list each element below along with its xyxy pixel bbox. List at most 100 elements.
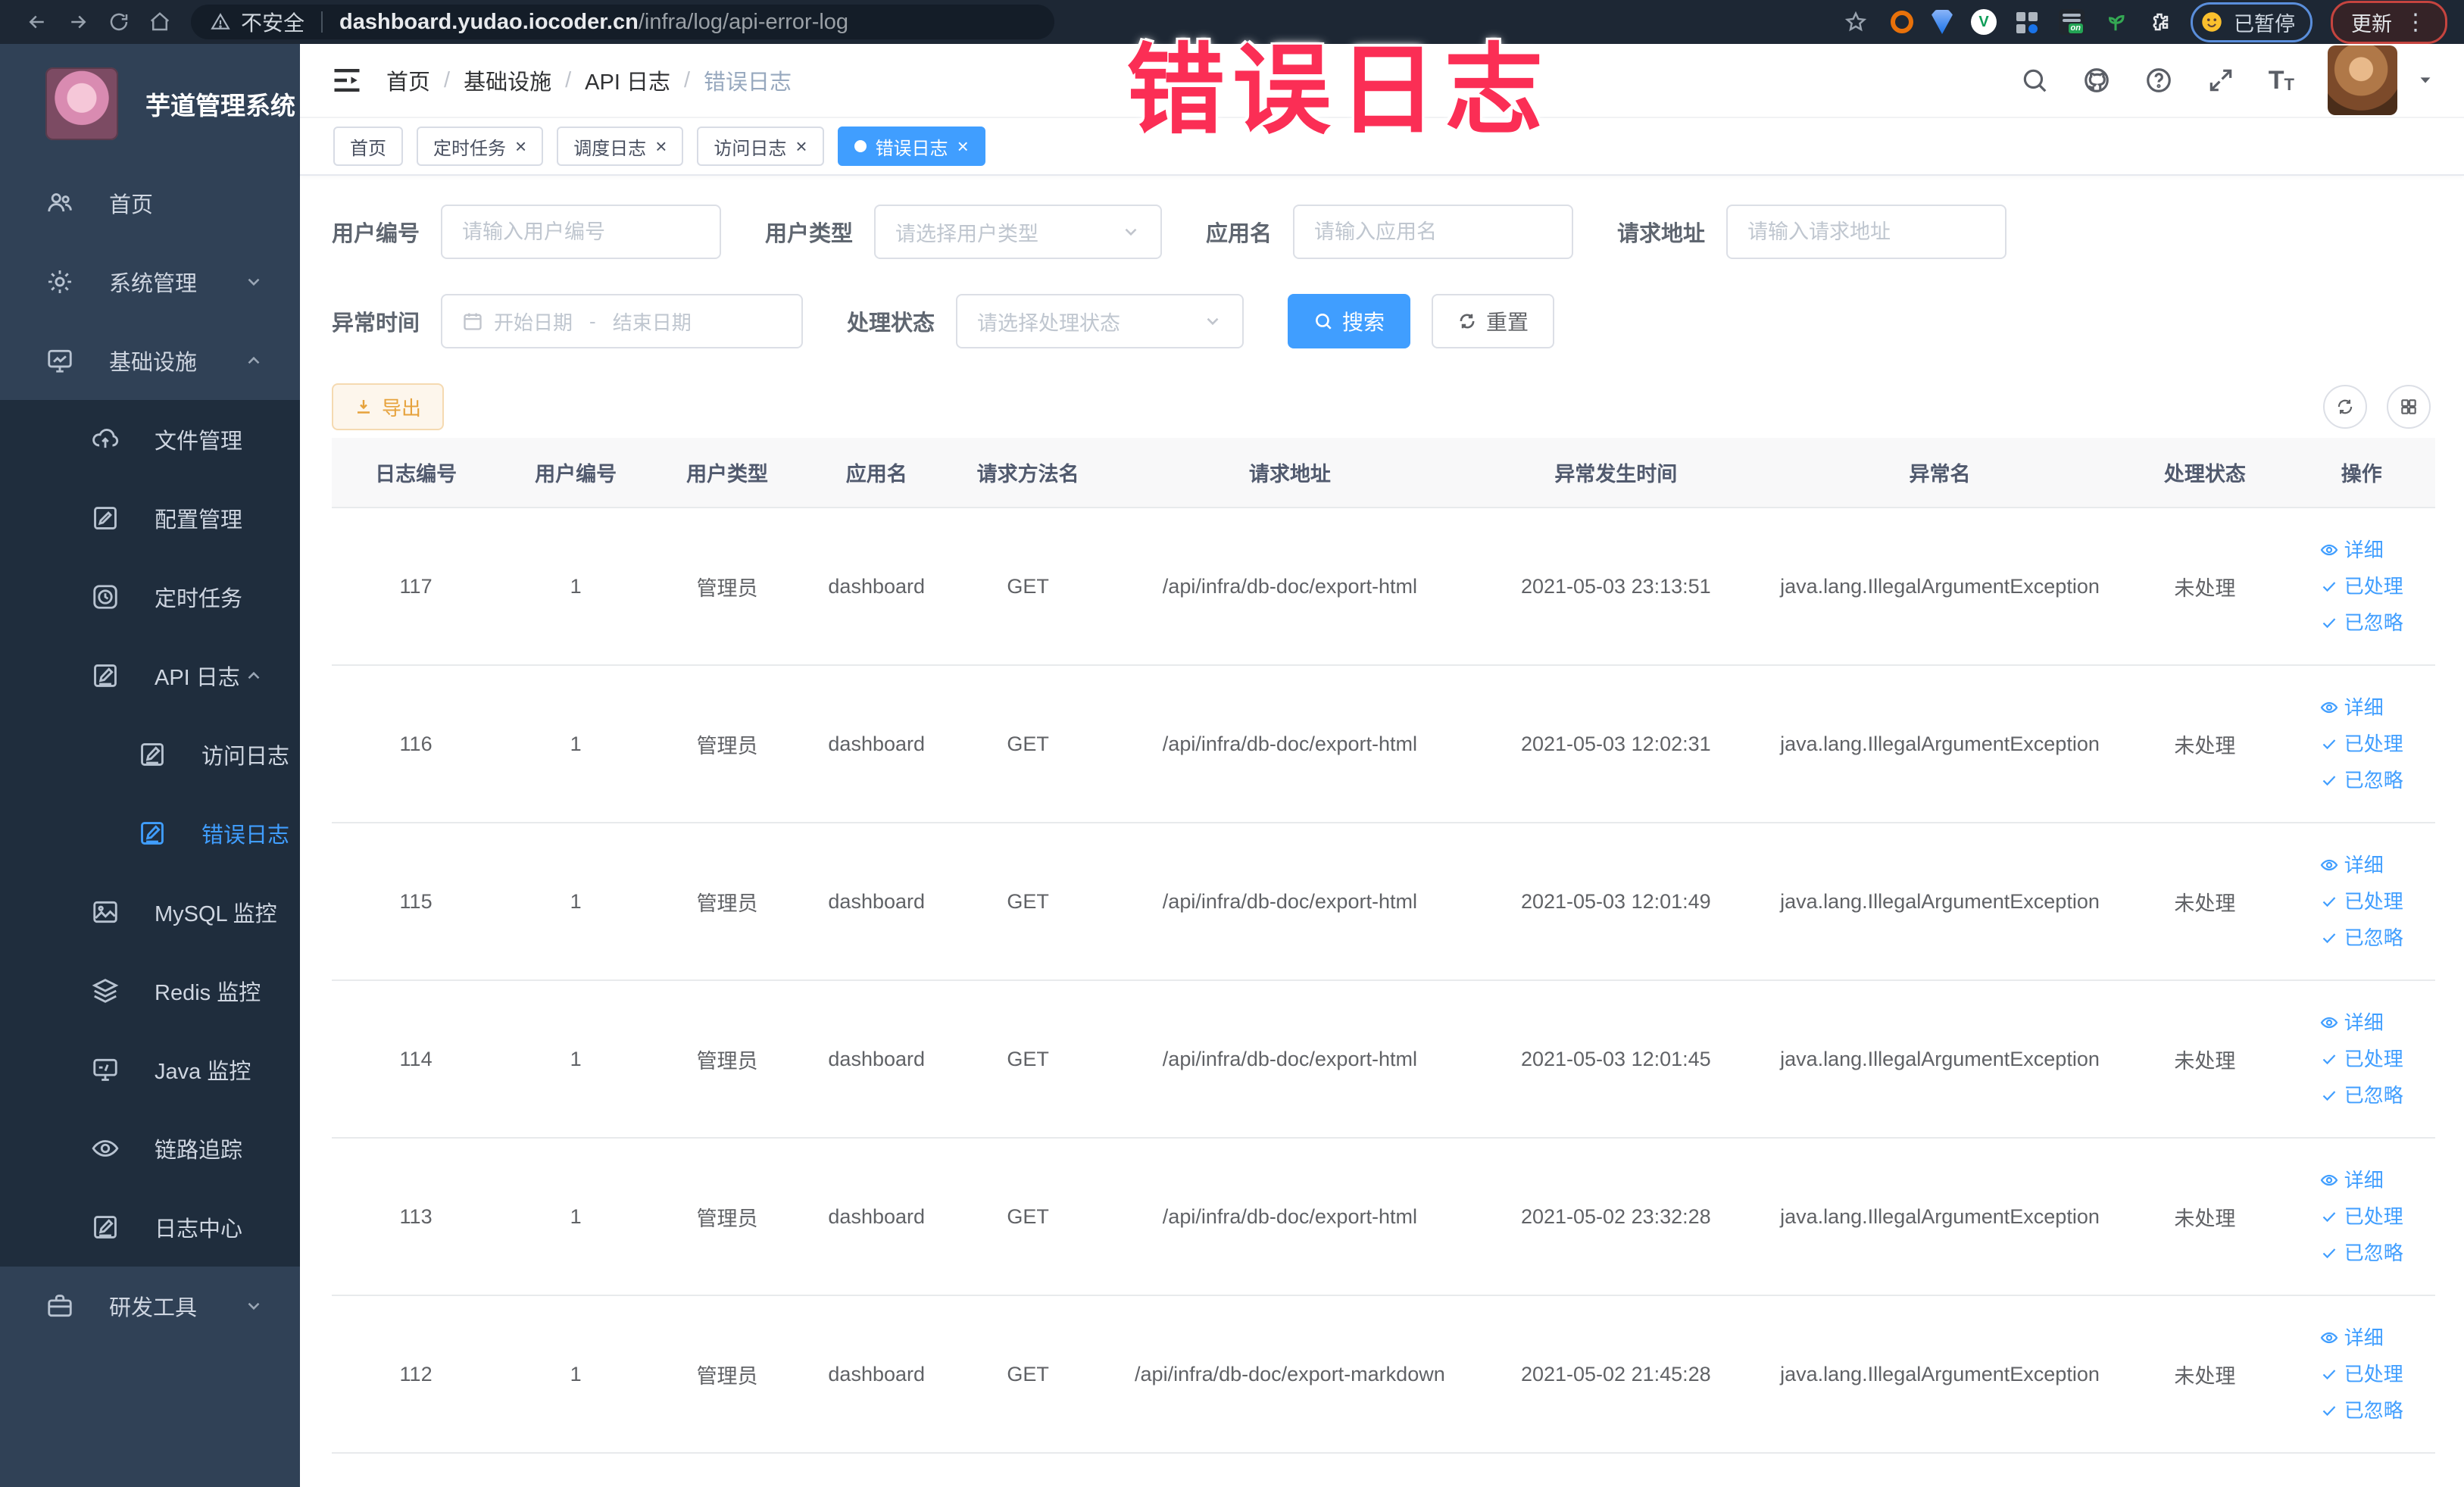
action-detail-link[interactable]: 详细 <box>2320 1170 2384 1190</box>
sidebar-item-label: 日志中心 <box>155 1217 243 1242</box>
extension-green-icon[interactable]: V <box>1971 9 1997 35</box>
refresh-table-button[interactable] <box>2323 385 2367 429</box>
user-avatar[interactable] <box>2328 45 2397 115</box>
column-header: 请求方法名 <box>950 438 1106 508</box>
tag-首页[interactable]: 首页 <box>333 127 403 166</box>
chrome-update-button[interactable]: 更新 ⋮ <box>2331 0 2447 44</box>
start-date-placeholder: 开始日期 <box>494 311 573 334</box>
home-button[interactable] <box>139 5 180 39</box>
action-processed-link[interactable]: 已处理 <box>2320 1364 2403 1384</box>
sidebar-item-log-center[interactable]: 日志中心 <box>0 1188 300 1267</box>
help-icon[interactable] <box>2144 66 2173 95</box>
sidebar-item-redis[interactable]: Redis 监控 <box>0 951 300 1030</box>
action-detail-link[interactable]: 详细 <box>2320 1328 2384 1348</box>
column-header: 请求地址 <box>1105 438 1474 508</box>
tag-调度日志[interactable]: 调度日志 × <box>557 127 684 166</box>
sidebar-item-file[interactable]: 文件管理 <box>0 400 300 479</box>
sidebar-item-java[interactable]: Java 监控 <box>0 1030 300 1109</box>
reset-button[interactable]: 重置 <box>1432 294 1555 348</box>
close-icon[interactable]: × <box>515 136 526 156</box>
close-icon[interactable]: × <box>795 136 807 156</box>
breadcrumb-item[interactable]: API 日志 <box>585 64 670 96</box>
extensions-puzzle-icon[interactable] <box>2147 9 2172 35</box>
sidebar-item-mysql[interactable]: MySQL 监控 <box>0 873 300 951</box>
app-logo-row[interactable]: 芋道管理系统 <box>0 44 300 164</box>
profile-paused-chip[interactable]: 已暂停 <box>2191 2 2313 42</box>
tag-错误日志[interactable]: 错误日志 × <box>837 127 985 166</box>
action-processed-link[interactable]: 已处理 <box>2320 1049 2403 1069</box>
breadcrumb-item[interactable]: 首页 <box>386 64 430 96</box>
cell-app_name: dashboard <box>803 508 951 666</box>
close-icon[interactable]: × <box>655 136 667 156</box>
breadcrumb-item[interactable]: 基础设施 <box>464 64 551 96</box>
view-icon <box>2320 1014 2338 1032</box>
tag-访问日志[interactable]: 访问日志 × <box>697 127 824 166</box>
tag-定时任务[interactable]: 定时任务 × <box>417 127 544 166</box>
cell-time: 2021-05-03 23:13:51 <box>1473 508 1758 666</box>
sidebar-item-system[interactable]: 系统管理 <box>0 242 300 321</box>
action-ignored-link[interactable]: 已忽略 <box>2320 1086 2403 1105</box>
search-icon[interactable] <box>2020 66 2049 95</box>
process-status-select[interactable]: 请选择处理状态 <box>956 294 1244 348</box>
extension-sprout-icon[interactable] <box>2103 9 2128 35</box>
chevron-up-icon <box>244 351 264 370</box>
sidebar-item-error-log[interactable]: 错误日志 <box>0 794 300 873</box>
forward-button[interactable] <box>58 5 98 39</box>
action-processed-link[interactable]: 已处理 <box>2320 1207 2403 1226</box>
caret-down-icon[interactable] <box>2417 72 2434 89</box>
sidebar-item-access-log[interactable]: 访问日志 <box>0 715 300 794</box>
action-processed-link[interactable]: 已处理 <box>2320 892 2403 911</box>
action-ignored-link[interactable]: 已忽略 <box>2320 770 2403 790</box>
export-button[interactable]: 导出 <box>332 383 445 430</box>
user-id-input[interactable] <box>441 205 722 259</box>
back-button[interactable] <box>17 5 58 39</box>
check-icon <box>2320 1401 2338 1420</box>
cell-user_id: 1 <box>500 1295 652 1454</box>
fullscreen-icon[interactable] <box>2206 66 2235 95</box>
app-name-input[interactable] <box>1293 205 1574 259</box>
sidebar-item-tracer[interactable]: 链路追踪 <box>0 1109 300 1188</box>
extension-orange-icon[interactable] <box>1891 11 1913 33</box>
action-detail-link[interactable]: 详细 <box>2320 540 2384 560</box>
extension-shield-icon[interactable] <box>1932 10 1953 34</box>
action-detail-link[interactable]: 详细 <box>2320 698 2384 717</box>
sidebar-item-infra[interactable]: 基础设施 <box>0 321 300 400</box>
view-icon <box>2320 856 2338 874</box>
address-bar[interactable]: 不安全 dashboard.yudao.iocoder.cn/infra/log… <box>191 5 1054 39</box>
close-icon[interactable]: × <box>957 136 969 156</box>
github-icon[interactable] <box>2082 66 2111 95</box>
sidebar-item-api-log[interactable]: API 日志 <box>0 636 300 715</box>
bookmark-star-icon[interactable] <box>1839 5 1872 39</box>
cell-url: /api/infra/db-doc/export-html <box>1105 980 1474 1139</box>
action-ignored-link[interactable]: 已忽略 <box>2320 613 2403 633</box>
cell-actions: 详细 已处理 已忽略 <box>2288 665 2435 823</box>
sidebar-item-dev-tools[interactable]: 研发工具 <box>0 1267 300 1345</box>
sidebar-item-home[interactable]: 首页 <box>0 164 300 242</box>
action-ignored-link[interactable]: 已忽略 <box>2320 1401 2403 1420</box>
sidebar-item-job[interactable]: 定时任务 <box>0 558 300 636</box>
column-settings-button[interactable] <box>2387 385 2431 429</box>
text-size-icon[interactable]: TT <box>2269 67 2294 93</box>
action-detail-link[interactable]: 详细 <box>2320 855 2384 875</box>
cell-exception: java.lang.IllegalArgumentException <box>1757 1138 2122 1296</box>
action-processed-link[interactable]: 已处理 <box>2320 734 2403 754</box>
briefcase-icon <box>45 1292 74 1320</box>
action-ignored-link[interactable]: 已忽略 <box>2320 928 2403 948</box>
reload-button[interactable] <box>98 5 139 39</box>
sidebar-item-label: 首页 <box>109 193 154 217</box>
action-processed-link[interactable]: 已处理 <box>2320 576 2403 596</box>
action-detail-link[interactable]: 详细 <box>2320 1013 2384 1032</box>
tag-label: 访问日志 <box>714 138 787 159</box>
exception-time-range-picker[interactable]: 开始日期 - 结束日期 <box>441 294 804 348</box>
hamburger-icon[interactable] <box>330 64 364 97</box>
sidebar-item-label: 基础设施 <box>109 351 198 375</box>
sidebar-item-config[interactable]: 配置管理 <box>0 479 300 558</box>
action-ignored-link[interactable]: 已忽略 <box>2320 1243 2403 1263</box>
cell-method: GET <box>950 1295 1106 1454</box>
request-url-input[interactable] <box>1726 205 2007 259</box>
view-icon <box>2320 698 2338 717</box>
user-type-select[interactable]: 请选择用户类型 <box>874 205 1163 259</box>
search-button[interactable]: 搜索 <box>1288 294 1411 348</box>
extension-grid-icon[interactable] <box>2015 9 2041 35</box>
extension-on-badge-icon[interactable]: on <box>2059 9 2085 35</box>
